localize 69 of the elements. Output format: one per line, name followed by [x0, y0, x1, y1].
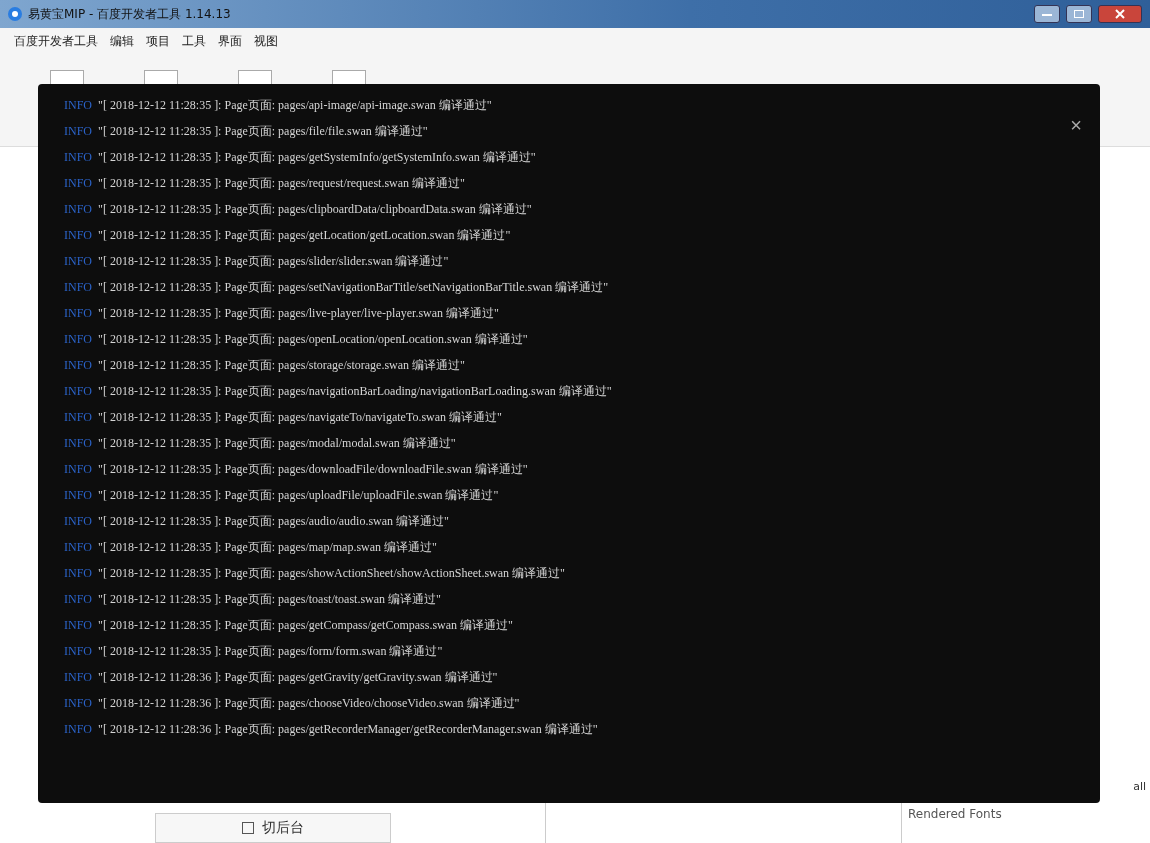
- log-message: "[ 2018-12-12 11:28:35 ]: Page页面: pages/map/map.swan 编译通过": [98, 538, 437, 556]
- log-message: "[ 2018-12-12 11:28:36 ]: Page页面: pages/getRecorderManager/getRecorderManager.swan 编译通过": [98, 720, 598, 738]
- log-message: "[ 2018-12-12 11:28:35 ]: Page页面: pages/live-player/live-player.swan 编译通过": [98, 304, 499, 322]
- log-level: INFO: [64, 175, 92, 191]
- log-message: "[ 2018-12-12 11:28:35 ]: Page页面: pages/form/form.swan 编译通过": [98, 642, 443, 660]
- menu-item[interactable]: 界面: [218, 32, 242, 50]
- log-level: INFO: [64, 357, 92, 373]
- app-logo-icon: [8, 7, 22, 21]
- log-message: "[ 2018-12-12 11:28:35 ]: Page页面: pages/audio/audio.swan 编译通过": [98, 512, 449, 530]
- log-level: INFO: [64, 591, 92, 607]
- close-icon: [1115, 9, 1125, 19]
- close-button[interactable]: ×: [1066, 114, 1086, 137]
- log-level: INFO: [64, 487, 92, 503]
- log-message: "[ 2018-12-12 11:28:35 ]: Page页面: pages/file/file.swan 编译通过": [98, 122, 428, 140]
- log-message: "[ 2018-12-12 11:28:35 ]: Page页面: pages/request/request.swan 编译通过": [98, 174, 465, 192]
- log-level: INFO: [64, 461, 92, 477]
- log-message: "[ 2018-12-12 11:28:35 ]: Page页面: pages/getCompass/getCompass.swan 编译通过": [98, 616, 513, 634]
- square-icon: [241, 822, 254, 834]
- log-level: INFO: [64, 279, 92, 295]
- filter-label: all: [1133, 780, 1146, 793]
- log-message: "[ 2018-12-12 11:28:35 ]: Page页面: pages/getLocation/getLocation.swan 编译通过": [98, 226, 511, 244]
- log-message: "[ 2018-12-12 11:28:35 ]: Page页面: pages/openLocation/openLocation.swan 编译通过": [98, 330, 528, 348]
- log-level: INFO: [64, 383, 92, 399]
- menu-item[interactable]: 工具: [182, 32, 206, 50]
- log-message: "[ 2018-12-12 11:28:35 ]: Page页面: pages/toast/toast.swan 编译通过": [98, 590, 441, 608]
- log-level: INFO: [64, 643, 92, 659]
- menu-item[interactable]: 视图: [254, 32, 278, 50]
- log-level: INFO: [64, 721, 92, 737]
- minimize-button[interactable]: [1034, 5, 1060, 23]
- log-message: "[ 2018-12-12 11:28:35 ]: Page页面: pages/clipboardData/clipboardData.swan 编译通过": [98, 200, 532, 218]
- fonts-label: Rendered Fonts: [908, 807, 1003, 821]
- log-level: INFO: [64, 227, 92, 243]
- maximize-button[interactable]: [1066, 5, 1092, 23]
- log-level: INFO: [64, 409, 92, 425]
- log-message: "[ 2018-12-12 11:28:35 ]: Page页面: pages/getSystemInfo/getSystemInfo.swan 编译通过": [98, 148, 536, 166]
- log-level: INFO: [64, 617, 92, 633]
- log-message: "[ 2018-12-12 11:28:35 ]: Page页面: pages/uploadFile/uploadFile.swan 编译通过": [98, 486, 499, 504]
- log-message: "[ 2018-12-12 11:28:35 ]: Page页面: pages/setNavigationBarTitle/setNavigationBarTitle.swan 编译通过": [98, 278, 609, 296]
- log-level: INFO: [64, 123, 92, 139]
- log-level: INFO: [64, 695, 92, 711]
- log-level: INFO: [64, 669, 92, 685]
- log-level: INFO: [64, 513, 92, 529]
- log-message: "[ 2018-12-12 11:28:35 ]: Page页面: pages/navigateTo/navigateTo.swan 编译通过": [98, 408, 502, 426]
- log-message: "[ 2018-12-12 11:28:35 ]: Page页面: pages/navigationBarLoading/navigationBarLoading.swan 编译通过": [98, 382, 612, 400]
- log-level: INFO: [64, 539, 92, 555]
- log-message: "[ 2018-12-12 11:28:35 ]: Page页面: pages/showActionSheet/showActionSheet.swan 编译通过": [98, 564, 565, 582]
- background-button[interactable]: 切后台: [154, 813, 391, 843]
- minimize-icon: [1042, 12, 1052, 16]
- close-button[interactable]: [1098, 5, 1142, 23]
- log-message: "[ 2018-12-12 11:28:35 ]: Page页面: pages/modal/modal.swan 编译通过": [98, 434, 456, 452]
- maximize-icon: [1074, 10, 1084, 18]
- log-message: "[ 2018-12-12 11:28:36 ]: Page页面: pages/chooseVideo/chooseVideo.swan 编译通过": [98, 694, 520, 712]
- log-message: "[ 2018-12-12 11:28:36 ]: Page页面: pages/getGravity/getGravity.swan 编译通过": [98, 668, 498, 686]
- log-message: "[ 2018-12-12 11:28:35 ]: Page页面: pages/api-image/api-image.swan 编译通过": [98, 96, 492, 114]
- log-message: "[ 2018-12-12 11:28:35 ]: Page页面: pages/storage/storage.swan 编译通过": [98, 356, 465, 374]
- log-message: "[ 2018-12-12 11:28:35 ]: Page页面: pages/downloadFile/downloadFile.swan 编译通过": [98, 460, 528, 478]
- log-level: INFO: [64, 97, 92, 113]
- log-level: INFO: [64, 201, 92, 217]
- log-level: INFO: [64, 149, 92, 165]
- menu-item[interactable]: 项目: [146, 32, 170, 50]
- log-level: INFO: [64, 253, 92, 269]
- window-title: 易黄宝MIP - 百度开发者工具 1.14.13: [28, 5, 231, 23]
- log-level: INFO: [64, 435, 92, 451]
- log-level: INFO: [64, 305, 92, 321]
- log-level: INFO: [64, 331, 92, 347]
- menu-item[interactable]: 百度开发者工具: [14, 32, 98, 50]
- log-message: "[ 2018-12-12 11:28:35 ]: Page页面: pages/slider/slider.swan 编译通过": [98, 252, 449, 270]
- menu-item[interactable]: 编辑: [110, 32, 134, 50]
- log-level: INFO: [64, 565, 92, 581]
